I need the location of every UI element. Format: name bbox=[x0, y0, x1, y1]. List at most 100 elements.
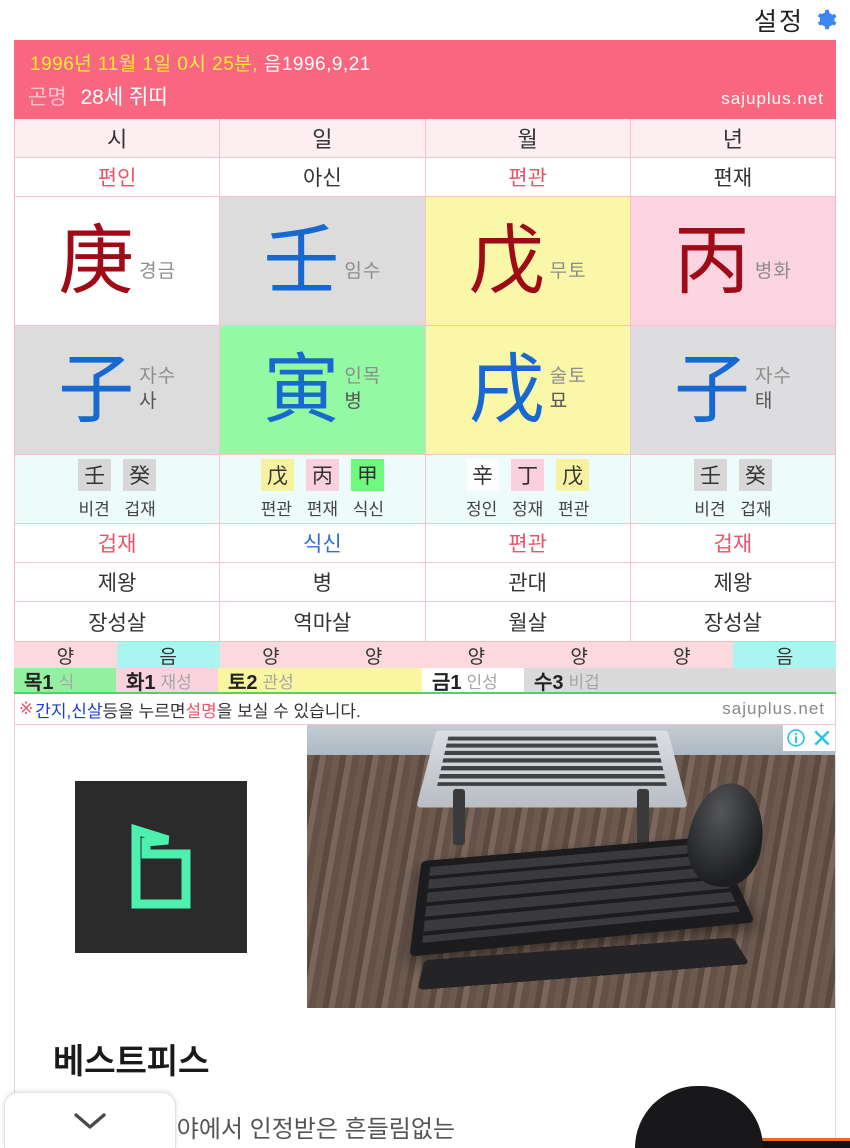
sinsal-day[interactable]: 역마살 bbox=[220, 602, 426, 641]
hidden-stem-name: 식신 bbox=[352, 499, 385, 519]
heavenly-stem-year[interactable]: 丙 병화 bbox=[630, 197, 835, 326]
hidden-stems-row: 壬 癸 비견 겁재 戊 丙 甲 편관 편재 식신 辛 丁 戊 정인 정재 편관 … bbox=[15, 455, 835, 524]
element-count-earth: 토2 bbox=[228, 671, 258, 694]
element-count-water: 수3 bbox=[534, 671, 564, 694]
hidden-stems-day[interactable]: 戊 丙 甲 편관 편재 식신 bbox=[220, 455, 426, 524]
note-link-description[interactable]: 설명 bbox=[185, 697, 216, 722]
ad-media-area bbox=[15, 725, 835, 1008]
earthly-branch-month[interactable]: 戌 술토 묘 bbox=[425, 326, 631, 455]
hidden-stems-month[interactable]: 辛 丁 戊 정인 정재 편관 bbox=[425, 455, 631, 524]
branch-sub-day: 병 bbox=[344, 391, 363, 413]
bestpiece-logo-icon bbox=[75, 780, 247, 953]
twelve-stage-month[interactable]: 관대 bbox=[425, 563, 631, 602]
hidden-stem-name: 겁재 bbox=[740, 499, 772, 519]
branch-tenstar-hour[interactable]: 겁재 bbox=[15, 524, 221, 563]
element-role-wood: 식 bbox=[58, 672, 75, 692]
close-icon[interactable] bbox=[809, 725, 835, 751]
branch-tenstar-day[interactable]: 식신 bbox=[220, 524, 426, 563]
sinsal-year[interactable]: 장성살 bbox=[630, 602, 835, 641]
age-zodiac-label: 28세 쥐띠 bbox=[80, 86, 168, 109]
element-seg-fire[interactable]: 화1 재성 bbox=[116, 668, 218, 694]
heavenly-stem-hour[interactable]: 庚 경금 bbox=[15, 197, 221, 326]
heavenly-stem-month[interactable]: 戊 무토 bbox=[425, 197, 631, 326]
chevron-down-icon bbox=[74, 1112, 106, 1129]
help-note-line: ※ 간지,신살 등을 누르면 설명 을 보실 수 있습니다. sajuplus.… bbox=[14, 694, 836, 725]
stem-tenstar-row: 편인 아신 편관 편재 bbox=[15, 158, 835, 197]
twelve-stage-hour[interactable]: 제왕 bbox=[15, 563, 221, 602]
stem-char-month: 戊 bbox=[468, 216, 545, 305]
element-role-water: 비겁 bbox=[568, 672, 600, 692]
stem-char-year: 丙 bbox=[673, 216, 750, 305]
branch-tenstar-year[interactable]: 겁재 bbox=[630, 524, 835, 563]
collapse-toggle-button[interactable] bbox=[4, 1092, 176, 1148]
yin-yang-seg: 양 bbox=[219, 642, 323, 668]
settings-label[interactable]: 설정 bbox=[754, 2, 804, 38]
yin-yang-seg: 양 bbox=[527, 642, 631, 668]
birth-info-header[interactable]: 1996년 11월 1일 0시 25분, 음1996,9,21 곤명 28세 쥐… bbox=[14, 40, 836, 119]
hidden-stem-char[interactable]: 丙 bbox=[305, 458, 339, 491]
element-role-earth: 관성 bbox=[262, 672, 294, 692]
site-watermark-footer: sajuplus.net bbox=[722, 699, 825, 718]
earthly-branch-year[interactable]: 子 자수 태 bbox=[630, 326, 835, 455]
note-link-ganji-sinsal[interactable]: 간지,신살 bbox=[35, 697, 102, 722]
hidden-stems-hour[interactable]: 壬 癸 비견 겁재 bbox=[15, 455, 221, 524]
earthly-branch-day[interactable]: 寅 인목 병 bbox=[220, 326, 426, 455]
yin-yang-seg: 양 bbox=[630, 642, 734, 668]
birth-datetime-line: 1996년 11월 1일 0시 25분, 음1996,9,21 bbox=[26, 46, 824, 78]
hidden-stem-char[interactable]: 戊 bbox=[260, 458, 294, 491]
element-seg-water[interactable]: 수3 비겁 bbox=[524, 668, 836, 694]
hidden-stem-name: 정인 bbox=[465, 499, 498, 519]
stem-tenstar-month[interactable]: 편관 bbox=[425, 158, 631, 197]
hidden-stem-char[interactable]: 壬 bbox=[78, 458, 112, 491]
hidden-stem-char[interactable]: 丁 bbox=[511, 458, 545, 491]
saju-chart-table: 시 일 월 년 편인 아신 편관 편재 庚 경금 壬 임수 戊 무토 丙 병화 … bbox=[14, 119, 836, 642]
info-circle-icon[interactable] bbox=[783, 725, 809, 751]
hidden-stem-char[interactable]: 戊 bbox=[556, 458, 590, 491]
pillar-header-day: 일 bbox=[220, 119, 426, 158]
yin-yang-seg: 양 bbox=[425, 642, 528, 668]
sinsal-month[interactable]: 월살 bbox=[425, 602, 631, 641]
pillar-header-row: 시 일 월 년 bbox=[15, 119, 835, 158]
element-seg-earth[interactable]: 토2 관성 bbox=[218, 668, 422, 694]
element-count-fire: 화1 bbox=[126, 671, 156, 694]
hidden-stems-year[interactable]: 壬 癸 비견 겁재 bbox=[630, 455, 835, 524]
element-seg-wood[interactable]: 목1 식 bbox=[14, 668, 116, 694]
photo-stand-leg bbox=[453, 789, 465, 845]
pillar-header-year: 년 bbox=[630, 119, 835, 158]
branch-reading-hour: 자수 bbox=[139, 366, 177, 388]
element-seg-metal[interactable]: 금1 인성 bbox=[422, 668, 524, 694]
hidden-stem-char[interactable]: 癸 bbox=[123, 458, 157, 491]
branch-reading-year: 자수 bbox=[754, 366, 792, 388]
sinsal-hour[interactable]: 장성살 bbox=[15, 602, 221, 641]
twelve-stage-day[interactable]: 병 bbox=[220, 563, 426, 602]
lunar-date: 음1996,9,21 bbox=[263, 54, 371, 75]
gear-icon[interactable] bbox=[808, 7, 837, 33]
yin-yang-seg: 음 bbox=[116, 642, 220, 668]
stem-tenstar-hour[interactable]: 편인 bbox=[15, 158, 221, 197]
asterisk-icon: ※ bbox=[19, 699, 34, 718]
heavenly-stems-row: 庚 경금 壬 임수 戊 무토 丙 병화 bbox=[15, 197, 835, 326]
branch-sub-hour: 사 bbox=[139, 391, 158, 413]
stem-tenstar-day[interactable]: 아신 bbox=[220, 158, 426, 197]
stem-tenstar-year[interactable]: 편재 bbox=[630, 158, 835, 197]
hidden-stem-char[interactable]: 癸 bbox=[738, 458, 772, 491]
twelve-stages-row: 제왕 병 관대 제왕 bbox=[15, 563, 835, 602]
heavenly-stem-day[interactable]: 壬 임수 bbox=[220, 197, 426, 326]
branch-tenstar-month[interactable]: 편관 bbox=[425, 524, 631, 563]
element-role-fire: 재성 bbox=[160, 672, 192, 692]
person-info-line: 곤명 28세 쥐띠 sajuplus.net bbox=[26, 78, 824, 111]
branch-sub-month: 묘 bbox=[549, 391, 569, 413]
earthly-branch-hour[interactable]: 子 자수 사 bbox=[15, 326, 221, 455]
hidden-stem-char[interactable]: 辛 bbox=[466, 458, 500, 491]
hidden-stem-char[interactable]: 壬 bbox=[693, 458, 727, 491]
yin-yang-seg: 양 bbox=[322, 642, 425, 668]
yin-yang-seg: 양 bbox=[14, 642, 117, 668]
stem-reading-month: 무토 bbox=[549, 261, 587, 283]
ad-headline[interactable]: 베스트피스 bbox=[15, 1008, 835, 1083]
advertisement-block[interactable]: 베스트피스 양한 전문 분야에서 인정받은 흔들림없는 bbox=[14, 725, 836, 1148]
branch-tenstar-row: 겁재 식신 편관 겁재 bbox=[15, 524, 835, 563]
twelve-stage-year[interactable]: 제왕 bbox=[630, 563, 835, 602]
stem-reading-year: 병화 bbox=[754, 261, 792, 283]
hidden-stem-char[interactable]: 甲 bbox=[350, 458, 384, 491]
hidden-stem-name: 편관 bbox=[260, 499, 293, 519]
